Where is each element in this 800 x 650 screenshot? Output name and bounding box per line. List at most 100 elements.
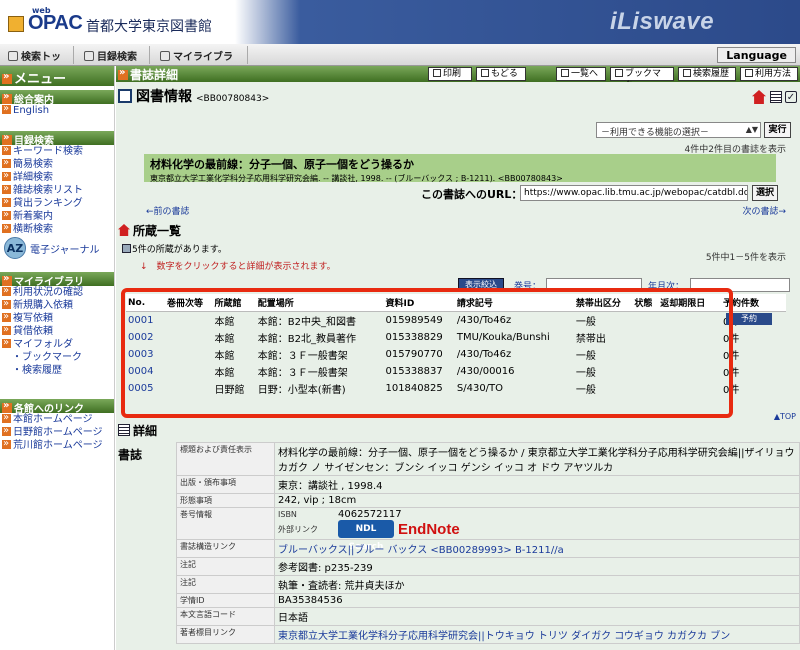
tab-my-library[interactable]: マイライブラリ <box>154 46 248 78</box>
arrow-icon <box>2 156 11 169</box>
bookmark-button[interactable]: ブックマーク <box>610 67 674 91</box>
sidebar-item-ranking[interactable]: 貸出ランキング <box>0 195 114 210</box>
tab-catalog-search[interactable]: 目録検索 <box>78 46 150 64</box>
list-icon[interactable] <box>770 91 782 103</box>
help-button[interactable]: 利用方法 <box>740 67 798 81</box>
sidebar: メニュー 総合案内 English 目録検索 キーワード検索 簡易検索 詳細検索… <box>0 66 115 650</box>
sidebar-item-folder[interactable]: マイフォルダ <box>0 336 114 351</box>
detail-label: 巻号情報 <box>176 507 275 540</box>
author-link[interactable]: 東京都立大学工業化学科分子応用科学研究会||トウキョウ トリツ ダイガク コウギ… <box>274 625 800 644</box>
language-button[interactable]: Language <box>717 47 796 63</box>
cell-library: 本館 <box>214 368 235 379</box>
user-icon <box>160 51 170 61</box>
sidebar-item-label: 本館ホームページ <box>13 414 93 425</box>
cell-reservations: 0件 <box>723 368 740 379</box>
prev-record-link[interactable]: ←前の書誌 <box>146 204 190 217</box>
sidebar-item-keyword[interactable]: キーワード検索 <box>0 143 114 158</box>
check-icon[interactable]: ✓ <box>785 91 797 103</box>
detail-value: 東京：講談社 , 1998.4 <box>274 475 800 494</box>
function-select[interactable]: －利用できる機能の選択－ ▲▼ <box>596 122 761 138</box>
sidebar-item-new[interactable]: 新着案内 <box>0 208 114 223</box>
ejournal-link[interactable]: AZ 電子ジャーナル <box>0 236 114 260</box>
cell-restriction: 一般 <box>575 351 596 362</box>
cell-item-id: 101840825 <box>385 383 443 394</box>
document-icon <box>118 89 132 103</box>
sidebar-item-hino-home[interactable]: 日野館ホームページ <box>0 424 114 439</box>
series-link[interactable]: ブルーバックス||ブルー バックス <BB00289993> B-1211//a <box>274 539 800 558</box>
sidebar-subitem-history[interactable]: ・検索履歴 <box>0 364 114 377</box>
bookmark-icon <box>615 69 623 77</box>
sidebar-item-label: 詳細検索 <box>13 172 53 183</box>
arrow-icon <box>2 323 11 336</box>
cell-location: 日野：小型本(新書) <box>257 385 346 396</box>
sidebar-item-loan[interactable]: 貸借依頼 <box>0 323 114 338</box>
year-input[interactable] <box>690 278 790 292</box>
arrow-icon <box>2 71 12 84</box>
cell-restriction: 一般 <box>575 385 596 396</box>
sidebar-item-main-home[interactable]: 本館ホームページ <box>0 411 114 426</box>
cell-reservations: 0件 <box>723 334 740 345</box>
book-icon <box>8 16 24 32</box>
url-field[interactable]: https://www.opac.lib.tmu.ac.jp/webopac/c… <box>520 185 748 201</box>
tab-search-top[interactable]: 検索トップ <box>2 46 74 78</box>
back-button[interactable]: もどる <box>476 67 526 81</box>
table-row: 0005 日野館 日野：小型本(新書) 101840825 S/430/TO 一… <box>126 380 786 397</box>
menu-title-text: メニュー <box>14 72 67 87</box>
cell-due-date <box>658 363 721 380</box>
sidebar-item-copy[interactable]: 複写依頼 <box>0 310 114 325</box>
print-icon <box>433 69 441 77</box>
sidebar-item-simple[interactable]: 簡易検索 <box>0 156 114 171</box>
top-link[interactable]: ▲TOP <box>774 412 796 421</box>
detail-label: 注記 <box>176 575 275 594</box>
narrow-button[interactable]: 表示絞込 <box>458 278 504 292</box>
sidebar-item-label: 雑誌検索リスト <box>13 185 83 196</box>
sidebar-item-purchase[interactable]: 新規購入依頼 <box>0 297 114 312</box>
page: web OPAC 首都大学東京図書館 iLiswave 検索トップ 目録検索 マ… <box>0 0 800 650</box>
detail-label: 本文言語コード <box>176 607 275 626</box>
sidebar-item-usage[interactable]: 利用状況の確認 <box>0 284 114 299</box>
volume-input[interactable] <box>546 278 642 292</box>
sidebar-subitem-bookmark[interactable]: ・ブックマーク <box>0 351 114 364</box>
year-label: 年月次： <box>648 282 685 292</box>
function-select-value: －利用できる機能の選択－ <box>601 128 709 138</box>
arrow-icon <box>2 143 11 156</box>
history-button[interactable]: 検索履歴 <box>678 67 736 81</box>
column-header: 返却期限日 <box>658 294 722 312</box>
sidebar-item-label: 横断検索 <box>13 224 53 235</box>
arrow-icon <box>2 221 11 234</box>
endnote-button[interactable]: EndNote <box>398 521 460 538</box>
opac-logo[interactable]: web OPAC 首都大学東京図書館 <box>6 6 236 38</box>
ndl-search-button[interactable]: NDL Search <box>338 520 394 552</box>
column-header: No. <box>126 294 165 312</box>
sidebar-item-label: キーワード検索 <box>13 146 83 157</box>
detail-row: 注記 参考図書: p235-239 <box>176 557 800 576</box>
holding-number-link[interactable]: 0004 <box>126 363 165 380</box>
arrow-icon <box>118 67 128 80</box>
holding-number-link[interactable]: 0002 <box>126 329 165 346</box>
holding-number-link[interactable]: 0003 <box>126 346 165 363</box>
select-url-button[interactable]: 選択 <box>752 185 778 201</box>
detail-label: 著者標目リンク <box>176 625 275 644</box>
sidebar-item-journal-list[interactable]: 雑誌検索リスト <box>0 182 114 197</box>
sidebar-item-arakawa-home[interactable]: 荒川館ホームページ <box>0 437 114 452</box>
sidebar-item-english[interactable]: English <box>0 102 114 117</box>
holdings-heading: 所蔵一覧 <box>118 222 181 239</box>
print-button[interactable]: 印刷 <box>428 67 472 81</box>
detail-row: 本文言語コード 日本語 <box>176 607 800 626</box>
list-button[interactable]: 一覧へ <box>556 67 606 81</box>
holding-number-link[interactable]: 0005 <box>126 380 165 397</box>
cell-status <box>632 329 658 346</box>
next-record-link[interactable]: 次の書誌→ <box>742 204 786 217</box>
sidebar-item-label: 荒川館ホームページ <box>13 440 103 451</box>
sidebar-item-cross[interactable]: 横断検索 <box>0 221 114 236</box>
help-icon <box>745 69 753 77</box>
execute-button[interactable]: 実行 <box>764 122 791 138</box>
holding-number-link[interactable]: 0001 <box>126 312 165 330</box>
detail-value: BA35384536 <box>274 593 800 608</box>
sidebar-item-detailed[interactable]: 詳細検索 <box>0 169 114 184</box>
section-catalog: 目録検索 <box>0 131 114 147</box>
button-label: 検索履歴 <box>693 69 730 79</box>
reserve-button[interactable]: 予約 <box>726 313 772 325</box>
detail-heading-text: 詳細 <box>133 424 158 438</box>
home-icon[interactable] <box>752 90 766 104</box>
